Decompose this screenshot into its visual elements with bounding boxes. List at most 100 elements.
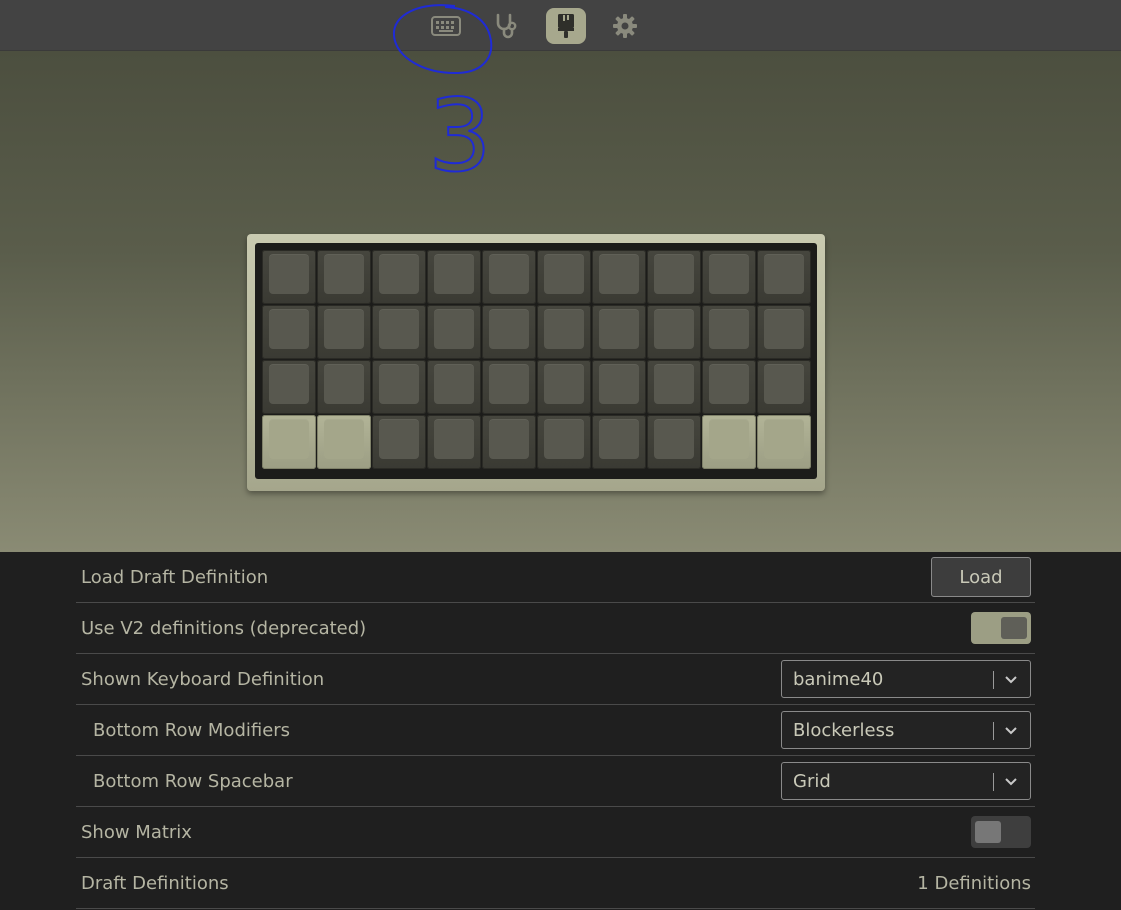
key[interactable]	[372, 360, 426, 414]
keycap-top	[654, 419, 694, 459]
key[interactable]	[647, 415, 701, 469]
shown-definition-select[interactable]: banime40	[781, 660, 1031, 698]
keycap-top	[709, 309, 749, 349]
use-v2-label: Use V2 definitions (deprecated)	[81, 617, 367, 639]
toggle-knob	[1001, 617, 1027, 639]
show-matrix-toggle[interactable]	[971, 816, 1031, 848]
paintbrush-icon[interactable]	[546, 8, 586, 44]
key[interactable]	[592, 415, 646, 469]
keycap-top	[599, 309, 639, 349]
keycap-top	[379, 254, 419, 294]
show-matrix-label: Show Matrix	[81, 821, 192, 843]
keyboard-case	[247, 234, 825, 491]
key[interactable]	[482, 415, 536, 469]
use-v2-toggle[interactable]	[971, 612, 1031, 644]
keycap-top	[654, 309, 694, 349]
key[interactable]	[537, 415, 591, 469]
keycap-top	[324, 309, 364, 349]
keyboard-icon[interactable]	[426, 8, 466, 44]
row-show-matrix: Show Matrix	[76, 807, 1035, 858]
keycap-top	[434, 309, 474, 349]
keycap-top	[544, 419, 584, 459]
keycap-top	[599, 364, 639, 404]
keycap-top	[599, 254, 639, 294]
keycap-top	[544, 309, 584, 349]
keycap-top	[489, 364, 529, 404]
keycap-top	[709, 254, 749, 294]
key[interactable]	[592, 305, 646, 359]
key[interactable]	[317, 250, 371, 304]
keycap-top	[764, 364, 804, 404]
keycap-top	[269, 309, 309, 349]
key[interactable]	[262, 360, 316, 414]
keycap-top	[379, 364, 419, 404]
key[interactable]	[757, 360, 811, 414]
key[interactable]	[372, 305, 426, 359]
keycap-top	[599, 419, 639, 459]
key-plate	[255, 243, 817, 479]
keycap-top	[269, 254, 309, 294]
select-separator	[993, 773, 994, 791]
key[interactable]	[427, 415, 481, 469]
toggle-knob	[975, 821, 1001, 843]
row-use-v2: Use V2 definitions (deprecated)	[76, 603, 1035, 654]
key[interactable]	[427, 305, 481, 359]
key[interactable]	[482, 250, 536, 304]
keycap-top	[544, 364, 584, 404]
select-value: Blockerless	[793, 719, 895, 741]
keycap-top	[764, 309, 804, 349]
key[interactable]	[372, 250, 426, 304]
keycap-top	[269, 419, 309, 459]
key[interactable]	[427, 250, 481, 304]
keycap-top	[709, 419, 749, 459]
key[interactable]	[647, 250, 701, 304]
keycap-top	[654, 364, 694, 404]
select-value: banime40	[793, 668, 884, 690]
row-shown-definition: Shown Keyboard Definition banime40	[76, 654, 1035, 705]
key[interactable]	[702, 415, 756, 469]
key[interactable]	[537, 360, 591, 414]
key[interactable]	[647, 360, 701, 414]
bottom-row-modifiers-select[interactable]: Blockerless	[781, 711, 1031, 749]
key[interactable]	[317, 360, 371, 414]
row-load-draft: Load Draft Definition Load	[76, 552, 1035, 603]
key[interactable]	[482, 305, 536, 359]
row-draft-definitions: Draft Definitions 1 Definitions	[76, 858, 1035, 909]
key[interactable]	[757, 305, 811, 359]
keycap-top	[324, 364, 364, 404]
keyboard-preview	[0, 51, 1121, 552]
key[interactable]	[592, 360, 646, 414]
bottom-row-modifiers-label: Bottom Row Modifiers	[93, 719, 291, 741]
key[interactable]	[647, 305, 701, 359]
key[interactable]	[317, 415, 371, 469]
key[interactable]	[757, 250, 811, 304]
keycap-top	[709, 364, 749, 404]
key[interactable]	[702, 250, 756, 304]
keycap-top	[269, 364, 309, 404]
key[interactable]	[702, 360, 756, 414]
keycap-top	[324, 419, 364, 459]
keycap-top	[489, 309, 529, 349]
key[interactable]	[482, 360, 536, 414]
keycap-top	[324, 254, 364, 294]
keycap-top	[489, 254, 529, 294]
key[interactable]	[372, 415, 426, 469]
keycap-top	[434, 364, 474, 404]
key[interactable]	[702, 305, 756, 359]
key[interactable]	[262, 305, 316, 359]
key[interactable]	[537, 305, 591, 359]
gear-icon[interactable]	[605, 8, 645, 44]
key[interactable]	[757, 415, 811, 469]
keycap-top	[379, 309, 419, 349]
key[interactable]	[262, 250, 316, 304]
key[interactable]	[592, 250, 646, 304]
key[interactable]	[317, 305, 371, 359]
key[interactable]	[262, 415, 316, 469]
key[interactable]	[427, 360, 481, 414]
keycap-top	[434, 419, 474, 459]
keycap-top	[489, 419, 529, 459]
bottom-row-spacebar-select[interactable]: Grid	[781, 762, 1031, 800]
load-button[interactable]: Load	[931, 557, 1031, 597]
key[interactable]	[537, 250, 591, 304]
stethoscope-icon[interactable]	[486, 8, 526, 44]
